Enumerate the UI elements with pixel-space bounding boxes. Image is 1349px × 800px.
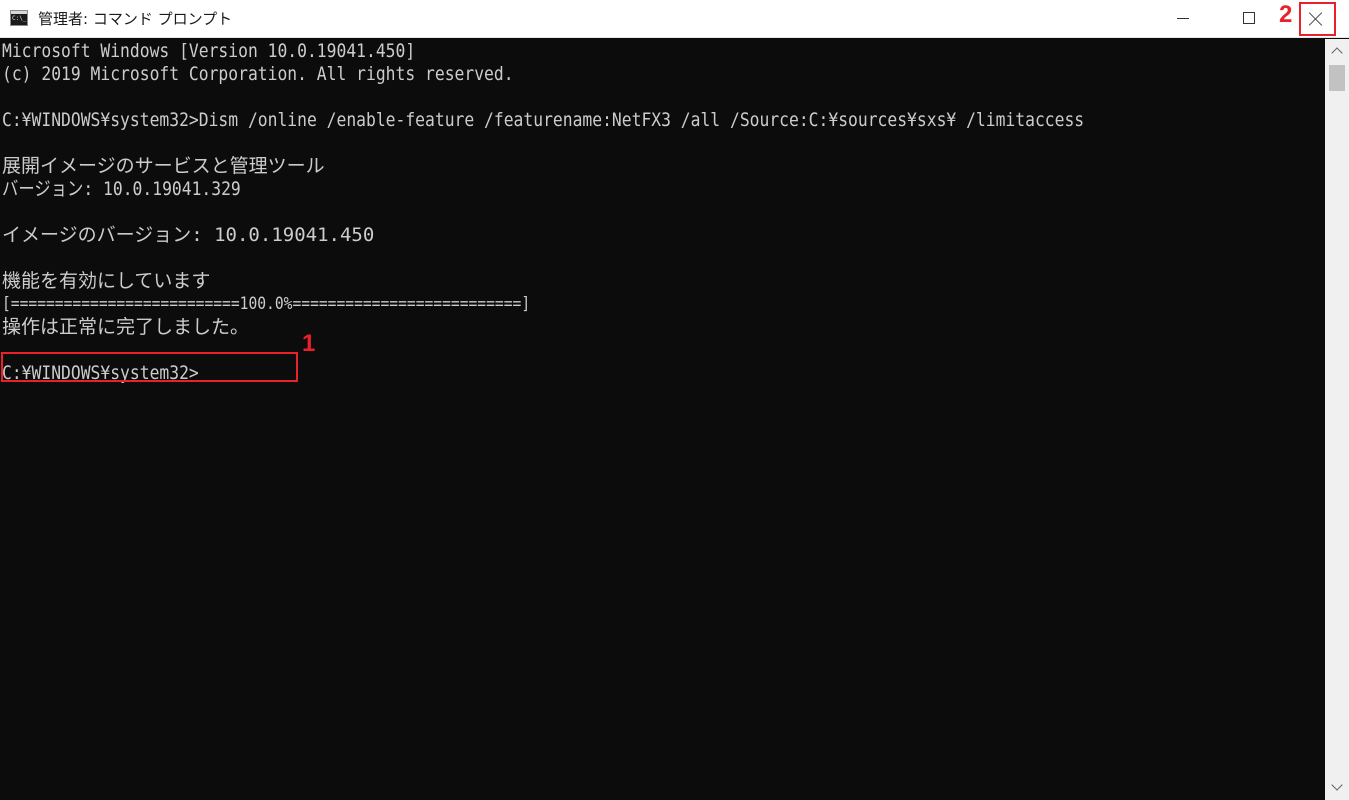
window-title: 管理者: コマンド プロンプト — [38, 10, 233, 28]
console-line: 展開イメージのサービスと管理ツール — [2, 155, 325, 177]
success-message: 操作は正常に完了しました。 — [2, 316, 250, 338]
console-line: Microsoft Windows [Version 10.0.19041.45… — [2, 40, 416, 62]
step-1-callout: 1 — [302, 330, 316, 357]
cmd-icon[interactable] — [10, 10, 28, 26]
maximize-button[interactable] — [1226, 0, 1272, 38]
vertical-scrollbar[interactable] — [1325, 39, 1349, 800]
minimize-icon — [1177, 18, 1189, 19]
console-line: イメージのバージョン: 10.0.19041.450 — [2, 224, 375, 246]
maximize-icon — [1243, 12, 1255, 24]
scroll-down-button[interactable] — [1325, 776, 1349, 800]
step-2-callout: 2 — [1279, 1, 1293, 28]
command-prompt-window: 管理者: コマンド プロンプト 2 Microsoft Windows [Ver… — [0, 0, 1349, 800]
title-bar[interactable]: 管理者: コマンド プロンプト 2 — [0, 0, 1349, 38]
scroll-thumb[interactable] — [1329, 65, 1345, 91]
chevron-up-icon — [1331, 47, 1343, 59]
chevron-down-icon — [1331, 779, 1343, 791]
success-message-highlight — [1, 352, 298, 382]
progress-bar-text: [==========================100.0%=======… — [2, 294, 531, 314]
close-button-highlight — [1299, 2, 1336, 36]
console-output[interactable]: Microsoft Windows [Version 10.0.19041.45… — [0, 39, 1325, 800]
scroll-up-button[interactable] — [1325, 39, 1349, 63]
console-line: (c) 2019 Microsoft Corporation. All righ… — [2, 63, 514, 85]
console-line: 機能を有効にしています — [2, 270, 211, 292]
console-line: バージョン: 10.0.19041.329 — [2, 178, 241, 200]
console-command-line: C:¥WINDOWS¥system32>Dism /online /enable… — [2, 109, 1085, 131]
minimize-button[interactable] — [1160, 0, 1206, 38]
